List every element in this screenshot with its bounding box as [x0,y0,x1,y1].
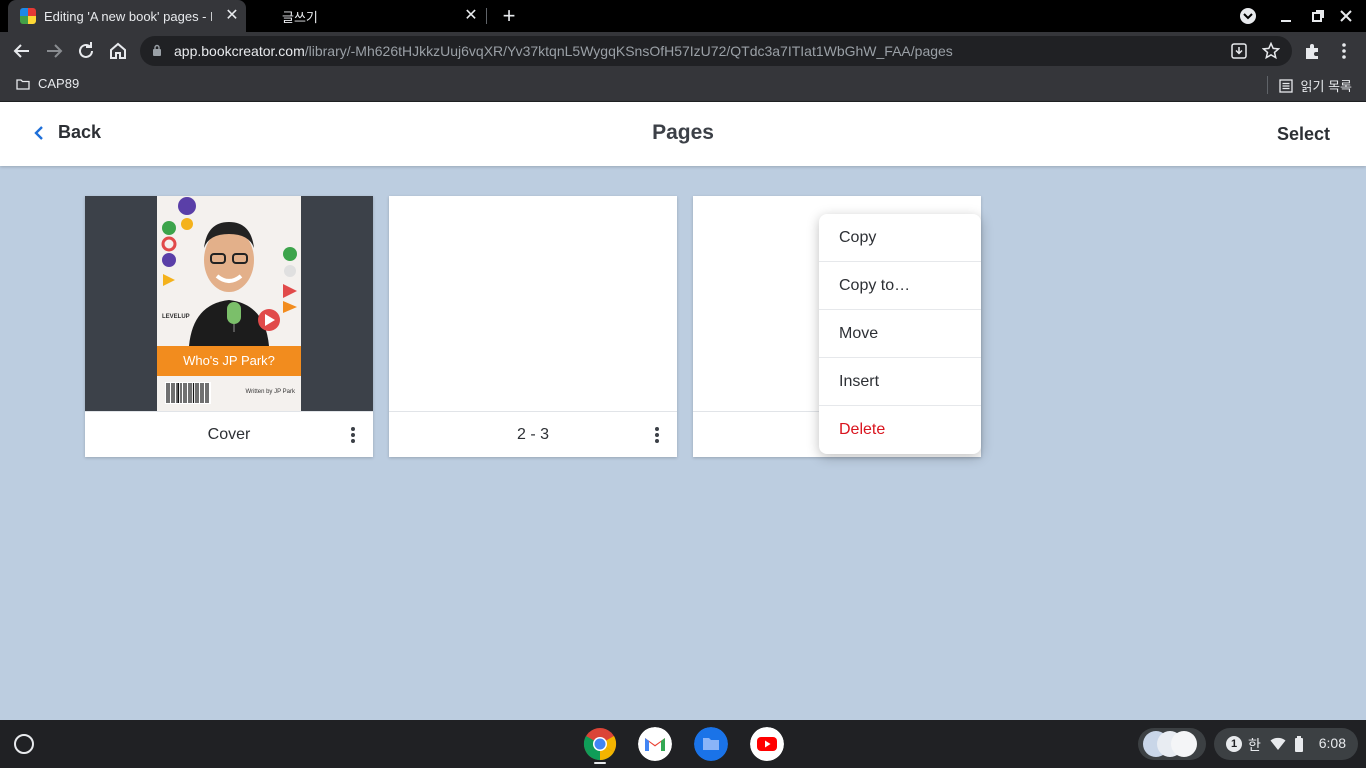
menu-item-label: Copy [839,229,877,246]
wifi-icon [1270,737,1286,750]
reading-list-button[interactable]: 읽기 목록 [1266,76,1352,95]
menu-item-move[interactable]: Move [819,310,981,358]
bookmark-star-icon[interactable] [1262,42,1280,60]
menu-item-label: Insert [839,373,880,390]
url-path: /library/-Mh626tHJkkzUuj6vqXR/Yv37ktqnL5… [304,43,953,59]
card-label: 2 - 3 [516,426,549,443]
page-card-cover[interactable]: LEVELUP Who's JP Park? Written by JP Par… [85,196,373,457]
close-window-icon[interactable] [1336,6,1356,26]
reading-list-label: 읽기 목록 [1300,79,1352,94]
notification-count-badge[interactable]: 1 [1226,736,1242,752]
more-vert-icon[interactable] [347,425,359,445]
tab-close-icon[interactable]: ✕ [224,8,240,24]
cover-badge: LEVELUP [162,314,190,320]
page-thumbnail[interactable] [389,196,677,411]
restore-icon[interactable] [1308,6,1328,26]
reload-icon[interactable] [74,39,98,63]
browser-toolbar: app.bookcreator.com/library/-Mh626tHJkkz… [0,32,1366,70]
forward-arrow-icon[interactable] [42,39,66,63]
folder-icon [16,78,30,90]
status-area[interactable]: 1 한 6:08 [1214,728,1358,760]
more-vert-icon[interactable] [651,425,663,445]
bookcreator-favicon-icon [20,8,36,24]
card-footer: Cover [85,411,373,457]
cover-written-by: Written by JP Park [245,389,295,395]
reading-list-icon [1278,78,1293,93]
tab-strip: Editing 'A new book' pages - Bo ✕ 글쓰기 ✕ … [0,0,1366,32]
url-text[interactable]: app.bookcreator.com/library/-Mh626tHJkkz… [174,43,953,59]
menu-item-copy[interactable]: Copy [819,214,981,262]
cover-book-title: Who's JP Park? [157,346,301,376]
tab-divider [486,8,487,24]
more-vert-icon[interactable] [1334,41,1354,61]
tab-close-icon[interactable]: ✕ [463,8,479,24]
holding-space-icon [1143,731,1197,757]
home-icon[interactable] [106,39,130,63]
minimize-icon[interactable] [1276,6,1296,26]
menu-item-delete[interactable]: Delete [819,406,981,454]
bookmark-folder-cap89[interactable]: CAP89 [16,76,79,91]
page-card-2-3[interactable]: 2 - 3 [389,196,677,457]
card-label: Cover [207,426,251,443]
page-title: Pages [652,121,714,144]
new-tab-icon[interactable]: + [498,5,520,27]
select-button[interactable]: Select [1277,124,1330,145]
extensions-puzzle-icon[interactable] [1302,41,1322,61]
tray-holding-space[interactable] [1138,728,1206,760]
lock-icon[interactable] [152,44,162,56]
menu-item-label: Copy to… [839,277,911,294]
tab-title: Editing 'A new book' pages - Bo [44,8,212,24]
card-footer: 2 - 3 [389,411,677,457]
cover-page-preview: LEVELUP Who's JP Park? Written by JP Par… [157,196,301,411]
tab-title: 글쓰기 [282,9,318,25]
launcher-icon[interactable] [14,734,34,754]
clock-time[interactable]: 6:08 [1319,735,1346,751]
chrome-icon[interactable] [583,727,617,761]
address-bar[interactable]: app.bookcreator.com/library/-Mh626tHJkkz… [140,36,1292,66]
menu-item-copy-to[interactable]: Copy to… [819,262,981,310]
page-context-menu: Copy Copy to… Move Insert Delete [819,214,981,454]
tab-writing[interactable]: 글쓰기 ✕ [270,0,485,32]
back-arrow-icon[interactable] [10,39,34,63]
bookmarks-bar: CAP89 읽기 목록 [0,70,1366,102]
barcode-icon [165,382,211,404]
running-indicator [594,762,606,764]
gmail-icon[interactable] [638,727,672,761]
url-host: app.bookcreator.com [174,43,305,59]
install-app-icon[interactable] [1230,42,1248,60]
menu-item-insert[interactable]: Insert [819,358,981,406]
tab-bookcreator[interactable]: Editing 'A new book' pages - Bo ✕ [8,0,246,32]
youtube-icon[interactable] [750,727,784,761]
bookmarks-divider [1266,76,1268,94]
cover-thumbnail[interactable]: LEVELUP Who's JP Park? Written by JP Par… [85,196,373,411]
menu-item-label: Move [839,325,879,342]
app-header: Back Pages Select [0,102,1366,166]
menu-item-label: Delete [839,421,886,438]
battery-icon [1295,736,1303,752]
author-photo [157,196,301,346]
tab-search-icon[interactable] [1238,6,1258,26]
bookmark-label: CAP89 [38,76,80,91]
ime-indicator[interactable]: 한 [1248,735,1261,755]
files-icon[interactable] [694,727,728,761]
